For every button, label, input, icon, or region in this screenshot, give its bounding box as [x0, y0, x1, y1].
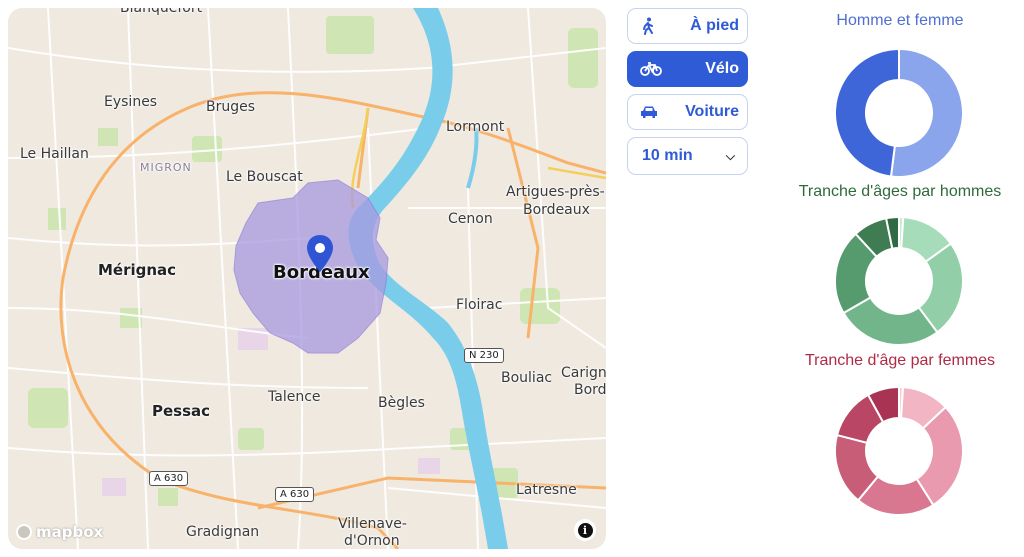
gender-donut-chart: [834, 47, 964, 178]
info-icon: i: [577, 522, 593, 538]
map[interactable]: Blanquefort Eysines Bruges Lormont Le Ha…: [8, 8, 606, 549]
place-label: d'Ornon: [344, 533, 400, 549]
place-label: Bouliac: [501, 370, 553, 386]
place-label: Bord: [574, 382, 606, 398]
place-label: Le Bouscat: [226, 169, 303, 185]
bike-mode-button[interactable]: Vélo: [627, 51, 748, 87]
walking-icon: [643, 17, 653, 35]
chevron-down-icon: ⌵: [725, 148, 735, 163]
place-label: Gradignan: [186, 524, 260, 540]
place-label: Le Haillan: [20, 146, 89, 162]
women-age-chart-title: Tranche d'âge par femmes: [804, 352, 996, 369]
place-label: Mérignac: [98, 261, 177, 279]
mapbox-attribution: mapbox: [36, 523, 104, 541]
place-label: Talence: [268, 389, 321, 405]
duration-select[interactable]: 10 min ⌵: [627, 137, 748, 175]
place-label: Artigues-près-: [506, 184, 605, 200]
road-shield: N 230: [464, 348, 504, 363]
men-age-chart-title: Tranche d'âges par hommes: [798, 183, 1002, 200]
road-shield: A 630: [275, 487, 315, 502]
bike-mode-label: Vélo: [705, 60, 739, 77]
transport-mode-group: À pied Vélo Voiture 10 min ⌵: [627, 8, 748, 175]
donut-slice[interactable]: [889, 47, 964, 178]
car-mode-label: Voiture: [685, 103, 739, 120]
place-label: Pessac: [152, 402, 211, 420]
bicycle-icon: [640, 62, 662, 76]
mapbox-logo[interactable]: mapbox: [16, 523, 103, 541]
place-label: Blanquefort: [120, 8, 203, 16]
place-label: Carign: [561, 365, 606, 381]
walk-mode-button[interactable]: À pied: [627, 8, 748, 44]
info-button[interactable]: i: [574, 519, 596, 541]
car-mode-button[interactable]: Voiture: [627, 94, 748, 130]
car-icon: [641, 106, 657, 118]
place-label: Bordeaux: [523, 202, 590, 218]
road-shield: A 630: [149, 471, 189, 486]
walk-mode-label: À pied: [690, 17, 739, 34]
donut-slice[interactable]: [834, 47, 900, 178]
place-label: Floirac: [456, 297, 503, 313]
place-label: Bruges: [206, 99, 256, 115]
district-label: MIGRON: [140, 161, 192, 174]
place-label: Cenon: [448, 211, 493, 227]
women-age-donut-chart: [834, 385, 964, 516]
place-label: Eysines: [104, 94, 158, 110]
place-label: Latresne: [516, 482, 577, 498]
place-label: Bègles: [378, 395, 425, 411]
place-label: Villenave-: [338, 516, 407, 532]
gender-chart-title: Homme et femme: [836, 12, 964, 29]
place-label: Lormont: [446, 119, 505, 135]
mapbox-logo-icon: [16, 524, 32, 540]
duration-value: 10 min: [642, 147, 693, 164]
men-age-donut-chart: [834, 215, 964, 346]
